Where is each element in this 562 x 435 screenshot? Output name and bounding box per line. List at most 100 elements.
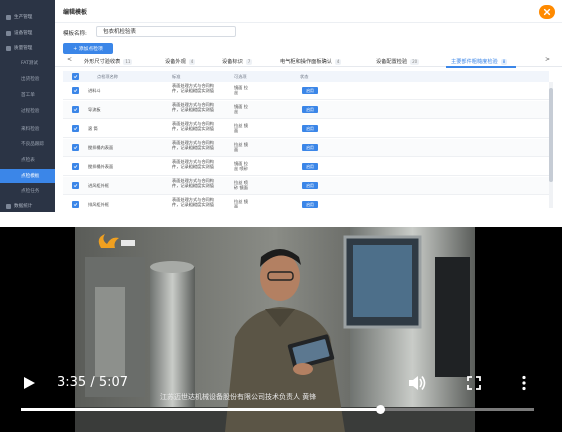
tab-label: 设备配置检验 [376,59,408,65]
row-name: 进料斗 [88,88,101,93]
row-standard: 表面处理方式与合同构件，记录粗糙度实测值 [172,102,214,112]
table-row[interactable]: 进风柜外框 表面处理方式与合同构件，记录粗糙度实测值 拉丝 喷砂 镜面 启用 [63,177,549,195]
tab-count-badge: 4 [188,58,196,65]
status-badge[interactable]: 启用 [302,182,318,189]
table-row[interactable]: 导流板 表面处理方式与合同构件，记录粗糙度实测值 镜面 拉丝 启用 [63,101,549,119]
sidebar-item[interactable]: FAT测试 [0,56,55,70]
status-badge[interactable]: 启用 [302,125,318,132]
video-player[interactable]: 江苏迈世达机械设备股份有限公司技术负责人 黄锋 3:35 / 5:07 [0,227,562,432]
tab-label: 设备标识 [222,59,243,65]
table-row[interactable]: 搅拌桶内表面 表面处理方式与合同构件，记录粗糙度实测值 拉丝 镜面 启用 [63,139,549,157]
play-icon[interactable] [22,376,36,390]
status-badge[interactable]: 启用 [302,87,318,94]
admin-screenshot: 生产管理设备管理质量管理 FAT测试出货检验首工单过程检验来料检验不良品跟踪点检表… [0,0,562,212]
status-badge[interactable]: 启用 [302,163,318,170]
row-checkbox[interactable] [72,144,79,151]
template-name-label: 模板名称: [63,31,87,37]
header-name: 点检项名称 [97,74,118,79]
row-options: 拉丝 镜面 [234,142,248,152]
check-icon [73,108,78,112]
row-name: 滚 筒 [88,126,98,131]
check-icon [73,165,78,169]
close-icon [543,8,551,16]
video-time-display: 3:35 / 5:07 [57,375,129,390]
sidebar-item[interactable]: 数据统计 [0,199,55,213]
status-badge[interactable]: 启用 [302,201,318,208]
sidebar-item-label: 出货检验 [21,77,40,82]
sidebar-item[interactable]: 过程检验 [0,104,55,118]
check-icon [73,184,78,188]
row-options: 镜面 拉丝 [234,85,248,95]
table-row[interactable]: 进料斗 表面处理方式与合同构件，记录粗糙度实测值 镜面 拉丝 启用 [63,82,549,100]
table-scroll-thumb[interactable] [549,88,553,182]
check-icon [73,146,78,150]
table-row[interactable]: 搅拌桶外表面 表面处理方式与合同构件，记录粗糙度实测值 镜面 拉丝 喷砂 启用 [63,158,549,176]
tab-count-badge: 7 [245,58,253,65]
volume-icon[interactable] [408,375,426,391]
sidebar-item[interactable]: 点检表 [0,153,55,167]
sidebar-item[interactable]: 来料检验 [0,122,55,136]
tab-label: 主要部件粗糙度检验 [451,59,498,65]
sidebar-item-label: 质量管理 [14,46,33,51]
status-badge[interactable]: 启用 [302,106,318,113]
table-row[interactable]: 滚 筒 表面处理方式与合同构件，记录粗糙度实测值 拉丝 镜面 启用 [63,120,549,138]
row-checkbox[interactable] [72,106,79,113]
row-checkbox[interactable] [72,163,79,170]
close-button[interactable] [539,5,555,19]
tab-item[interactable]: 外形尺寸验收表 11 [84,57,133,66]
sidebar-item[interactable]: 点检模板 [0,169,55,183]
tab-count-badge: 11 [123,58,133,65]
active-tab-indicator [446,66,516,68]
row-name: 搅拌桶外表面 [88,164,114,169]
sidebar-item[interactable]: 不良品跟踪 [0,137,55,151]
tab-item[interactable]: 设备外观 4 [165,57,196,66]
table-row[interactable]: 排风柜外框 表面处理方式与合同构件，记录粗糙度实测值 拉丝 镜面 启用 [63,196,549,208]
status-badge[interactable]: 启用 [302,144,318,151]
tab-prev-arrow[interactable]: < [67,56,72,63]
header-options: 可选项 [234,74,247,79]
tab-count-badge: 8 [500,58,508,65]
add-check-item-button[interactable]: + 添加点检项 [63,43,113,54]
tab-count-badge: 20 [410,58,420,65]
sidebar-item-label: 点检模板 [21,174,40,179]
check-icon [73,75,78,79]
row-checkbox[interactable] [72,87,79,94]
sidebar-item[interactable]: 首工单 [0,88,55,102]
table-scrollbar[interactable] [549,82,553,208]
video-progress-fill [21,408,381,411]
select-all-checkbox[interactable] [72,73,79,80]
sidebar-item-label: FAT测试 [21,61,38,66]
sidebar-item[interactable]: 出货检验 [0,72,55,86]
row-name: 进风柜外框 [88,183,109,188]
tab-item[interactable]: 设备标识 7 [222,57,253,66]
tab-item[interactable]: 设备配置检验 20 [376,57,420,66]
tab-next-arrow[interactable]: > [545,56,550,63]
row-standard: 表面处理方式与合同构件，记录粗糙度实测值 [172,197,214,207]
sidebar-item-label: 首工单 [21,93,35,98]
sidebar-item[interactable]: 设备管理 [0,26,55,40]
fullscreen-icon[interactable] [467,376,481,390]
sidebar-item-label: 点检任务 [21,189,40,194]
sidebar-item-icon [6,203,11,209]
check-item-table: 点检项名称 标准 可选项 状态 进料斗 表面处理方式与合同构件，记录粗糙度实测值镜… [63,71,549,208]
tab-bar: < > 外形尺寸验收表 11 设备外观 4 设备标识 7 电气柜和操作面板确认 4 设备配置检验… [55,56,562,68]
row-checkbox[interactable] [72,182,79,189]
sidebar-item-label: 不良品跟踪 [21,142,44,147]
more-vertical-icon[interactable] [520,375,528,391]
tab-item[interactable]: 电气柜和操作面板确认 4 [280,57,342,66]
sidebar-item-label: 设备管理 [14,31,33,36]
row-standard: 表面处理方式与合同构件，记录粗糙度实测值 [172,159,214,169]
template-name-input[interactable]: 包衣机检验表 [96,26,236,37]
sidebar-item[interactable]: 点检任务 [0,184,55,198]
video-progress-bar[interactable] [21,405,534,414]
sidebar-item[interactable]: 质量管理 [0,41,55,55]
header-divider [55,22,562,23]
row-checkbox[interactable] [72,201,79,208]
tab-item[interactable]: 主要部件粗糙度检验 8 [451,57,508,66]
row-checkbox[interactable] [72,125,79,132]
sidebar-item-label: 生产管理 [14,15,33,20]
main-panel: 编辑模板 模板名称: 包衣机检验表 + 添加点检项 < > 外形尺寸验收表 11 设… [55,0,562,212]
row-options: 拉丝 喷砂 镜面 [234,180,248,190]
row-options: 拉丝 镜面 [234,199,248,208]
sidebar-item[interactable]: 生产管理 [0,10,55,24]
